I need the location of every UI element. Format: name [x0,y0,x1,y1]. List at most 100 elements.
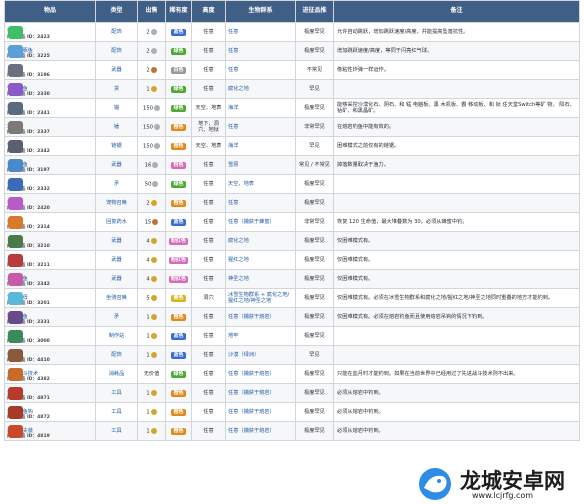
chance-cell: 极度罕见 [295,22,334,42]
biome-cell[interactable]: 任意 [225,60,296,80]
rarity-cell: 白色 [165,60,192,80]
biome-cell[interactable]: 任意 [225,117,296,137]
sell-cell: 50 [137,174,166,194]
table-row: 水晶杉鱼内部物品 ID：2342武器4粉红色任意神圣之地极度罕见仅困难模式有。 [4,269,580,289]
rarity-cell: 绿色 [165,41,192,61]
rarity-badge: 橙色 [171,408,186,416]
type-cell[interactable]: 工具 [95,383,138,403]
biome-cell[interactable]: 海洋 [225,136,296,156]
header-biome[interactable]: 生物群系 [225,0,296,23]
item-icon [8,121,23,134]
rarity-cell: 橙色 [165,117,192,137]
type-cell[interactable]: 武器 [95,155,138,175]
type-cell[interactable]: 工具 [95,402,138,422]
type-cell[interactable]: 配饰 [95,345,138,365]
item-icon [8,83,23,96]
biome-cell[interactable]: 任意（捕获于熔岩） [225,383,296,403]
type-cell[interactable]: 武器 [95,60,138,80]
sell-cell: 16 [137,155,166,175]
type-cell[interactable]: 锚 [95,98,138,118]
chance-cell: 极度罕见 [295,307,334,327]
silver-coin-icon [152,180,159,187]
height-cell: 任意 [191,174,226,194]
gold-coin-icon [150,427,157,434]
sell-cell: 150 [137,136,166,156]
biome-cell[interactable]: 任意（捕获于熔岩） [225,364,296,384]
type-cell[interactable]: 武器 [95,231,138,251]
item-cell: 血飞鱼内部物品 ID：3211 [4,250,96,270]
rarity-badge: 橙色 [171,123,186,131]
header-note[interactable]: 备注 [333,0,580,23]
biome-cell[interactable]: 神圣之地 [225,269,296,289]
table-row: 宠物水母内部物品 ID：3201坐骑召唤5 黄色洞穴冰雪生物群系 + 腐化之地/猩… [4,288,580,308]
height-cell: 任意 [191,212,226,232]
biome-cell[interactable]: 沙漠（绿洲） [225,345,296,365]
header-type[interactable]: 类型 [95,0,138,23]
biome-cell[interactable]: 雪原 [225,155,296,175]
header-chance[interactable]: 进征品推 [295,0,334,23]
item-icon [8,64,23,77]
biome-cell[interactable]: 任意 [225,22,296,42]
biome-cell[interactable]: 猩红之地 [225,250,296,270]
biome-cell[interactable]: 地牢 [225,326,296,346]
rarity-badge: 蓝色 [171,218,186,226]
biome-cell[interactable]: 任意 [225,41,296,61]
biome-cell[interactable]: 任意（捕获于熔岩） [225,307,296,327]
type-cell[interactable]: 锤 [95,117,138,137]
header-item[interactable]: 物品 [4,0,96,23]
type-cell[interactable]: 武器 [95,269,138,289]
biome-cell[interactable]: 天空、地表 [225,174,296,194]
item-icon [8,387,23,400]
item-icon [8,235,23,248]
type-cell[interactable]: 矛 [95,174,138,194]
biome-cell[interactable]: 任意（捕获于熔岩） [225,421,296,441]
biome-cell[interactable]: 腐化之地 [225,231,296,251]
header-sell[interactable]: 出售 [137,0,166,23]
type-cell[interactable]: 制作站 [95,326,138,346]
biome-cell[interactable]: 腐化之地 [225,79,296,99]
type-cell[interactable]: 货 [95,79,138,99]
biome-cell[interactable]: 冰雪生物群系 + 腐化之地/猩红之地/神圣之地 [225,288,296,308]
chance-cell: 极度罕见 [295,288,334,308]
chance-cell: 极度罕见 [295,269,334,289]
type-cell[interactable]: 工具 [95,421,138,441]
table-row: 恶渔箱内部物品 ID：3000制作站1 蓝色任意地牢极度罕见 [4,326,580,346]
gold-coin-icon [150,256,157,263]
type-cell[interactable]: 配饰 [95,22,138,42]
type-cell[interactable]: 链锯 [95,136,138,156]
type-cell[interactable]: 宠物召唤 [95,193,138,213]
note-cell: 必须从熔岩中钓到。 [333,383,580,403]
height-cell: 任意 [191,155,226,175]
sell-cell: 2 [137,22,166,42]
sell-cell: 5 [137,288,166,308]
biome-cell[interactable]: 任意 [225,193,296,213]
biome-cell[interactable]: 任意（捕获于熔岩） [225,402,296,422]
table-row: 岩鱼锤内部物品 ID：2337锤150 橙色地下、洞穴、地狱任意非常罕见在熔岩钓鱼… [4,117,580,137]
rarity-badge: 绿色 [171,85,186,93]
note-cell: 必须从熔岩中钓到。 [333,421,580,441]
chance-cell: 极度罕见 [295,402,334,422]
sell-cell: 1 [137,421,166,441]
type-cell[interactable]: 配饰 [95,41,138,61]
item-icon [8,406,23,419]
type-cell[interactable]: 坐骑召唤 [95,288,138,308]
sell-cell: 150 [137,98,166,118]
biome-cell[interactable]: 海洋 [225,98,296,118]
header-height[interactable]: 高度 [191,0,226,23]
rarity-cell: 黄色 [165,288,192,308]
item-cell: 草蜥飞鱼内部物品 ID：3197 [4,155,96,175]
type-cell[interactable]: 消耗品 [95,364,138,384]
biome-cell[interactable]: 任意（捕获于蜂蜜） [225,212,296,232]
type-cell[interactable]: 武器 [95,250,138,270]
sell-cell: 4 [137,231,166,251]
silver-coin-icon [153,123,160,130]
note-cell [333,345,580,365]
chance-cell: 极度罕见 [295,98,334,118]
type-cell[interactable]: 回复药水 [95,212,138,232]
type-cell[interactable]: 矛 [95,307,138,327]
rarity-cell: 蓝色 [165,345,192,365]
rarity-badge: 橙色 [171,313,186,321]
item-icon [8,26,23,39]
item-cell: 炸弹鱼内部物品 ID：3196 [4,60,96,80]
header-rarity[interactable]: 稀有度 [165,0,192,23]
